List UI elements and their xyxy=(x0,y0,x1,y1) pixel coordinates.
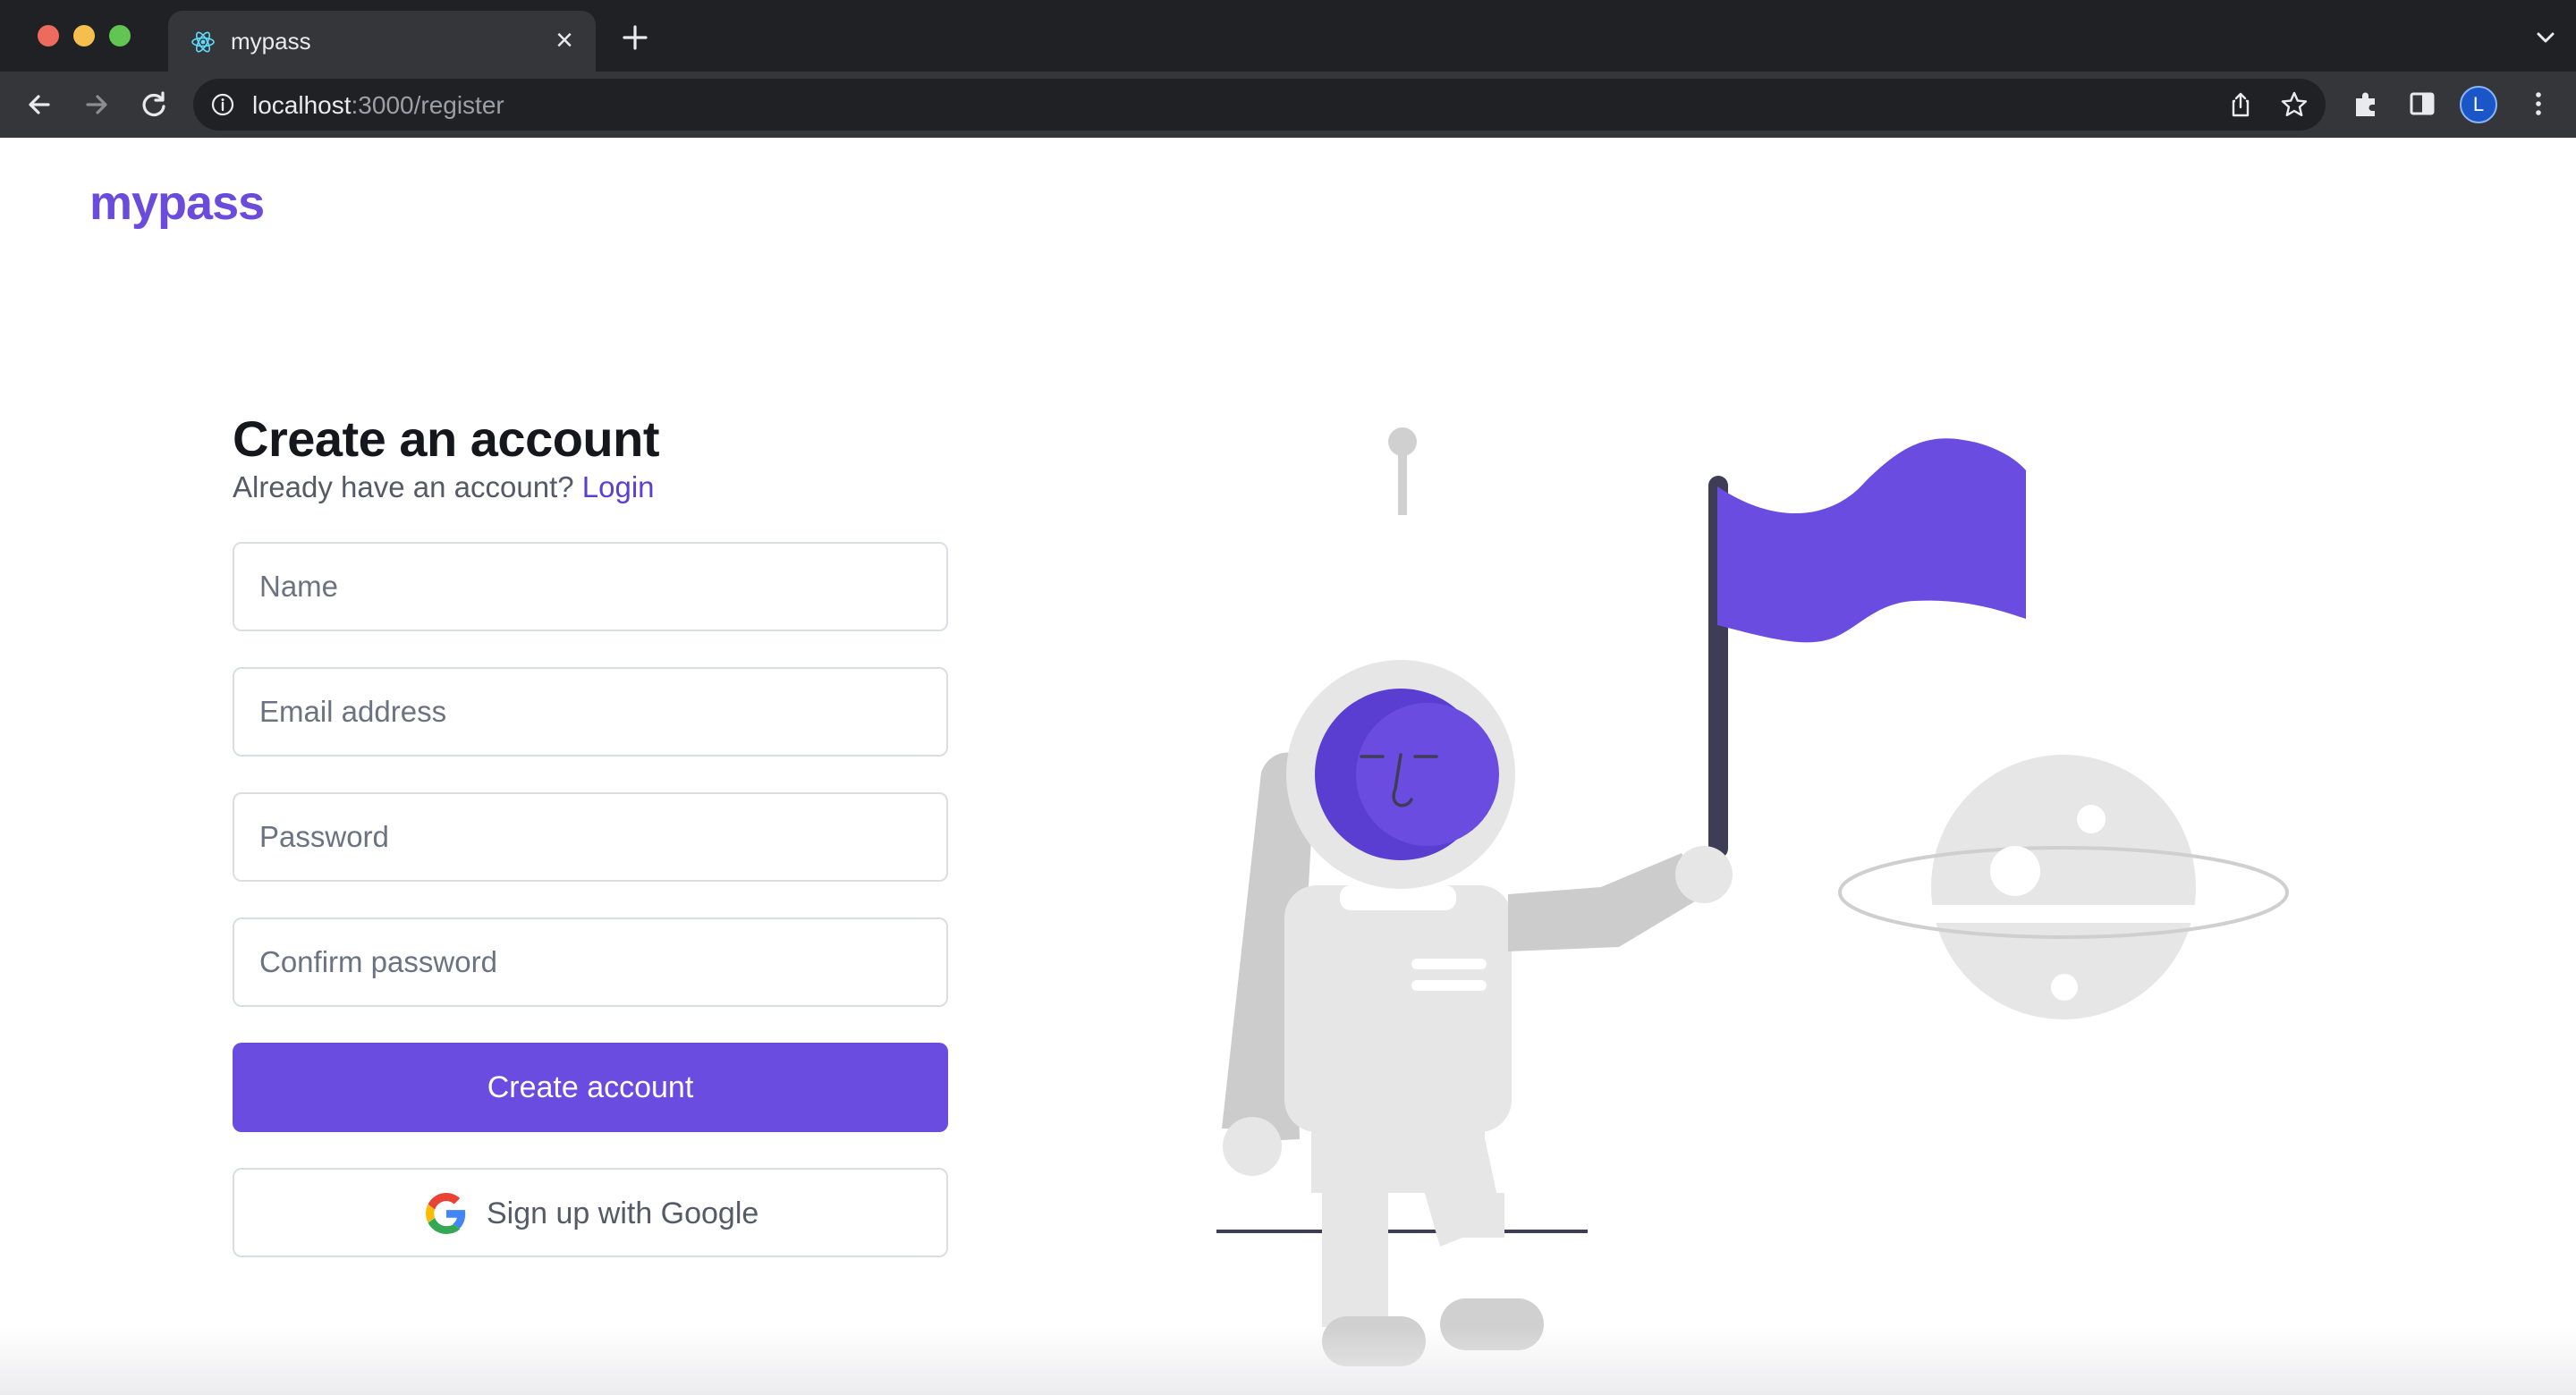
page-viewport: mypass Create an account Already have an… xyxy=(0,138,2576,1395)
browser-tab[interactable]: mypass × xyxy=(168,11,596,72)
back-arrow-icon[interactable] xyxy=(21,87,57,123)
share-icon[interactable] xyxy=(2225,89,2256,120)
planet-illustration xyxy=(1838,755,2289,1019)
info-icon[interactable] xyxy=(209,91,236,118)
url-path: :3000/register xyxy=(351,91,504,119)
reload-icon[interactable] xyxy=(136,87,172,123)
google-signup-button[interactable]: Sign up with Google xyxy=(233,1168,948,1257)
tab-title: mypass xyxy=(231,28,311,55)
maximize-window-button[interactable] xyxy=(109,25,131,46)
confirm-password-input[interactable] xyxy=(233,917,948,1007)
close-tab-icon[interactable]: × xyxy=(549,25,580,55)
close-window-button[interactable] xyxy=(38,25,59,46)
react-icon xyxy=(191,31,215,53)
password-input[interactable] xyxy=(233,792,948,882)
brand-logo[interactable]: mypass xyxy=(89,175,265,231)
bookmark-star-icon[interactable] xyxy=(2279,89,2309,120)
page-bottom-shadow xyxy=(0,1327,2576,1395)
minimize-window-button[interactable] xyxy=(73,25,95,46)
astronaut-illustration xyxy=(1216,427,2289,1366)
create-account-button[interactable]: Create account xyxy=(233,1043,948,1132)
new-tab-icon[interactable] xyxy=(617,20,653,55)
browser-tabbar: mypass × xyxy=(0,0,2576,72)
login-prompt-text: Already have an account? xyxy=(233,470,574,503)
url-text: localhost:3000/register xyxy=(252,91,504,120)
page-title: Create an account xyxy=(233,410,660,467)
browser-toolbar: localhost:3000/register L xyxy=(0,72,2576,138)
more-options-icon[interactable] xyxy=(2521,86,2556,122)
name-input[interactable] xyxy=(233,542,948,631)
forward-arrow-icon[interactable] xyxy=(79,87,114,123)
profile-avatar[interactable]: L xyxy=(2460,86,2497,123)
address-bar[interactable]: localhost:3000/register xyxy=(193,79,2326,131)
extensions-puzzle-icon[interactable] xyxy=(2349,86,2385,122)
login-prompt: Already have an account? Login xyxy=(233,470,655,504)
side-panel-icon[interactable] xyxy=(2404,86,2440,122)
chevron-down-icon[interactable] xyxy=(2531,23,2560,52)
login-link[interactable]: Login xyxy=(582,470,655,503)
url-host: localhost xyxy=(252,91,352,119)
google-icon xyxy=(426,1193,466,1234)
google-signup-label: Sign up with Google xyxy=(487,1196,759,1230)
email-input[interactable] xyxy=(233,667,948,757)
